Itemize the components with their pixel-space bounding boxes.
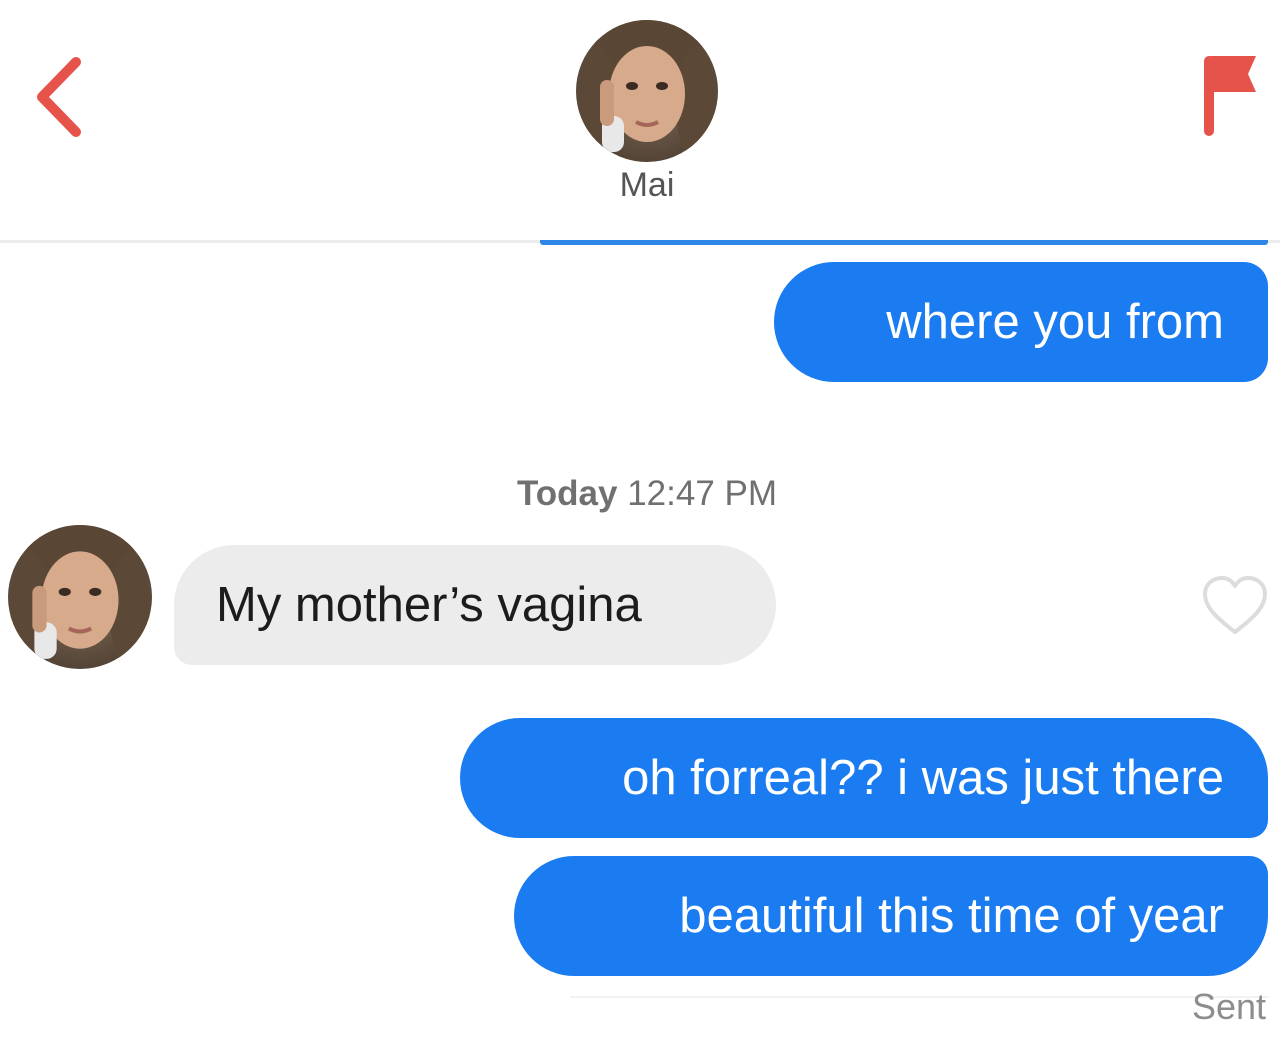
heart-outline-icon [1203, 576, 1267, 634]
message-text: beautiful this time of year [679, 888, 1224, 943]
back-button[interactable] [30, 52, 90, 142]
message-text: where you from [886, 294, 1224, 349]
timestamp-day: Today [516, 474, 618, 513]
chat-header: Mai [0, 0, 1280, 242]
chevron-left-icon [37, 57, 81, 137]
contact-avatar[interactable] [576, 20, 718, 162]
delivery-status: Sent [1191, 986, 1266, 1027]
report-button[interactable] [1196, 52, 1266, 142]
timestamp-time: 12:47 PM [627, 474, 778, 513]
flag-icon [1204, 56, 1256, 136]
outgoing-message[interactable]: beautiful this time of year [514, 856, 1268, 976]
outgoing-message[interactable]: where you from [774, 262, 1268, 382]
message-text: My mother’s vagina [216, 577, 642, 632]
contact-name: Mai [619, 166, 675, 204]
like-button[interactable] [1200, 574, 1270, 638]
sender-avatar[interactable] [8, 525, 152, 669]
message-text: oh forreal?? i was just there [622, 750, 1224, 805]
message-timestamp: Today 12:47 PM [400, 474, 894, 514]
previous-message-edge [540, 240, 1268, 245]
incoming-message[interactable]: My mother’s vagina [174, 545, 776, 665]
outgoing-message[interactable]: oh forreal?? i was just there [460, 718, 1268, 838]
